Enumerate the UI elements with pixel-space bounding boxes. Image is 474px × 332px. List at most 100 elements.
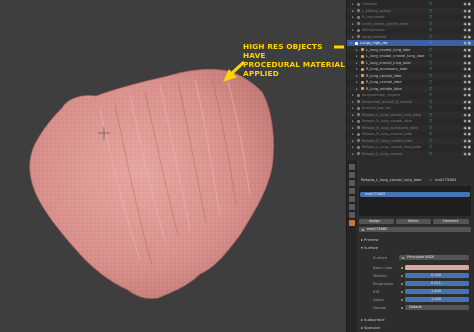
expand-arrow-icon[interactable]: ▸ — [356, 47, 358, 53]
expand-arrow-icon[interactable]: ▸ — [352, 144, 354, 150]
modifier-icon: ▽ — [429, 72, 433, 78]
expand-arrow-icon[interactable]: ▸ — [350, 40, 352, 46]
visibility-toggle-icon[interactable]: ◉▣ — [463, 27, 472, 33]
outliner-row[interactable]: ▸ Retopo_R_lung_cranial_lobe ▽ ◉▣ — [347, 131, 474, 137]
outliner-row[interactable]: ▸ diaschedo_alveoli_&_cranial ▽ ◉▣ — [347, 98, 474, 105]
outliner-row[interactable]: ▸ lungcomhigh_Organs ▽ ◉▣ — [347, 92, 474, 98]
expand-arrow-icon[interactable]: ▸ — [352, 118, 354, 124]
expand-arrow-icon[interactable]: ▸ — [352, 112, 354, 118]
expand-arrow-icon[interactable]: ▸ — [352, 14, 354, 20]
properties-editor[interactable]: Retopo_L_lung_caudal_lung_lobe > mat1756… — [347, 160, 474, 332]
visibility-toggle-icon[interactable]: ◉▣ — [463, 92, 472, 98]
outliner-row[interactable]: ▸ Retopo_R_lung_middle_lobe ▽ ◉▣ — [347, 137, 474, 144]
outliner-row[interactable]: ▸ L_lung_caudal_lung_lobe ▽ ◉▣ — [347, 46, 474, 53]
tab-scene[interactable] — [349, 188, 355, 194]
surface-panel-header[interactable]: ▾ Surface — [361, 246, 378, 250]
expand-arrow-icon[interactable]: ▸ — [352, 105, 354, 111]
expand-arrow-icon[interactable]: ▸ — [352, 21, 354, 27]
socket-icon[interactable] — [401, 290, 403, 293]
specular-panel-header[interactable]: ▸ Specular — [361, 326, 380, 330]
expand-arrow-icon[interactable]: ▸ — [352, 125, 354, 131]
visibility-toggle-icon[interactable]: ◉▣ — [463, 66, 472, 72]
visibility-toggle-icon[interactable]: ◉▣ — [463, 73, 472, 79]
outliner-row[interactable]: ▸ R_tracheostr ▽ ◉▣ — [347, 14, 474, 20]
outliner-row[interactable]: ▸ R_lung_accessory_lobe ▽ ◉▣ — [347, 66, 474, 72]
mesh-object-icon — [357, 35, 360, 38]
tab-render[interactable] — [349, 172, 355, 178]
expand-arrow-icon[interactable]: ▸ — [352, 27, 354, 33]
outliner-row[interactable]: ▸ L_lung_cranial_lung_lobe ▽ ◉▣ — [347, 59, 474, 66]
socket-icon[interactable] — [401, 282, 403, 285]
outliner-row[interactable]: ▸ Retopo_L_lung_caudal_lung_lobe ▽ ◉▣ — [347, 111, 474, 118]
tab-material[interactable] — [349, 220, 355, 226]
visibility-toggle-icon[interactable]: ◉▣ — [463, 14, 472, 20]
visibility-toggle-icon[interactable]: ◉▣ — [463, 112, 472, 118]
visibility-toggle-icon[interactable]: ◉▣ — [463, 8, 472, 14]
outliner-row[interactable]: ▸ lungs_bhslow ▽ ◉▣ — [347, 33, 474, 40]
visibility-toggle-icon[interactable]: ◉▣ — [463, 105, 472, 111]
visibility-toggle-icon[interactable]: ◉▣ — [463, 131, 472, 137]
visibility-toggle-icon[interactable]: ◉▣ — [463, 144, 472, 150]
outliner-row[interactable]: ▸ R_lung_cranial_lobe ▽ ◉▣ — [347, 79, 474, 85]
expand-arrow-icon[interactable]: ▸ — [352, 131, 354, 137]
subsurface-panel-header[interactable]: ▸ Subsurface — [361, 318, 385, 322]
base-color-swatch[interactable] — [405, 265, 469, 270]
preview-panel-header[interactable]: ▸ Preview — [361, 238, 378, 242]
expand-arrow-icon[interactable]: ▸ — [352, 138, 354, 144]
material-slot-list[interactable] — [359, 186, 471, 216]
outliner-row[interactable]: ▸ Ureagmi ▽ ◉▣ — [347, 1, 474, 7]
expand-arrow-icon[interactable]: ▸ — [352, 151, 354, 157]
visibility-toggle-icon[interactable]: ◉▣ — [463, 34, 472, 40]
visibility-toggle-icon[interactable]: ◉▣ — [463, 151, 472, 157]
outliner-row[interactable]: ▸ R_lung_caudal_lobe ▽ ◉▣ — [347, 72, 474, 79]
expand-arrow-icon[interactable]: ▸ — [356, 53, 358, 59]
socket-icon[interactable] — [401, 266, 403, 269]
outliner-row[interactable]: ▸ Retopo_R_lung_accessory_lobe ▽ ◉▣ — [347, 124, 474, 131]
expand-arrow-icon[interactable]: ▸ — [352, 92, 354, 98]
outliner-row[interactable]: ▸ R_lung_middle_lobe ▽ ◉▣ — [347, 85, 474, 92]
visibility-toggle-icon[interactable]: ◉▣ — [463, 86, 472, 92]
visibility-toggle-icon[interactable]: ◉▣ — [463, 99, 472, 105]
expand-arrow-icon[interactable]: ▸ — [356, 79, 358, 85]
visibility-toggle-icon[interactable]: ◉▣ — [463, 53, 472, 59]
expand-arrow-icon[interactable]: ▸ — [356, 86, 358, 92]
outliner-row[interactable]: ▸ Lcrdt_cortex_contral_mes ▽ ◉▣ — [347, 20, 474, 27]
outliner-row[interactable]: ▸ L_lung_caudal_cranial_lung_lobe ▽ ◉▣ — [347, 53, 474, 59]
mesh-object-icon — [357, 113, 360, 116]
outliner[interactable]: ▸ Ureagmi ▽ ◉▣ ▸ L_kidney_cortex ▽ ◉▣ ▸ R_tracheo… — [347, 0, 474, 158]
outliner-row[interactable]: ▸ L_kidney_cortex ▽ ◉▣ — [347, 7, 474, 14]
visibility-toggle-icon[interactable]: ◉▣ — [463, 40, 472, 46]
right-panel: ▸ Ureagmi ▽ ◉▣ ▸ L_kidney_cortex ▽ ◉▣ ▸ R_tracheo… — [346, 0, 474, 332]
outliner-row[interactable]: ▸ Lungs_high_res ▽ ◉▣ — [347, 40, 474, 46]
mesh-object-icon — [361, 74, 364, 77]
visibility-toggle-icon[interactable]: ◉▣ — [463, 79, 472, 85]
visibility-toggle-icon[interactable]: ◉▣ — [463, 138, 472, 144]
3d-viewport[interactable]: HIGH RES OBJECTS HAVE PROCEDURAL MATERIA… — [0, 0, 346, 332]
expand-arrow-icon[interactable]: ▸ — [356, 66, 358, 72]
socket-icon[interactable] — [401, 274, 403, 277]
visibility-toggle-icon[interactable]: ◉▣ — [463, 125, 472, 131]
visibility-toggle-icon[interactable]: ◉▣ — [463, 21, 472, 27]
expand-arrow-icon[interactable]: ▸ — [352, 34, 354, 40]
outliner-row[interactable]: ▸ Bronchi_low_res ▽ ◉▣ — [347, 105, 474, 111]
outliner-row[interactable]: ▸ Wrthgrnasus ▽ ◉▣ — [347, 27, 474, 33]
expand-arrow-icon[interactable]: ▸ — [352, 8, 354, 14]
outliner-row[interactable]: ▸ Retopo_L_lung_cranial ▽ ◉▣ — [347, 150, 474, 157]
visibility-toggle-icon[interactable]: ◉▣ — [463, 1, 472, 7]
tab-object[interactable] — [349, 196, 355, 202]
tab-output[interactable] — [349, 180, 355, 186]
visibility-toggle-icon[interactable]: ◉▣ — [463, 60, 472, 66]
outliner-row[interactable]: ▸ Retopo_R_lung_caudal_lobe ▽ ◉▣ — [347, 118, 474, 124]
expand-arrow-icon[interactable]: ▸ — [356, 60, 358, 66]
expand-arrow-icon[interactable]: ▸ — [356, 73, 358, 79]
visibility-toggle-icon[interactable]: ◉▣ — [463, 47, 472, 53]
tab-modifiers[interactable] — [349, 204, 355, 210]
socket-icon[interactable] — [401, 306, 403, 309]
expand-arrow-icon[interactable]: ▸ — [352, 1, 354, 7]
tab-tool[interactable] — [349, 164, 355, 170]
visibility-toggle-icon[interactable]: ◉▣ — [463, 118, 472, 124]
expand-arrow-icon[interactable]: ▸ — [352, 99, 354, 105]
tab-physics[interactable] — [349, 212, 355, 218]
socket-icon[interactable] — [401, 298, 403, 301]
outliner-row[interactable]: ▸ Retopo_L_lung_cranial_lung_lobe ▽ ◉▣ — [347, 144, 474, 150]
